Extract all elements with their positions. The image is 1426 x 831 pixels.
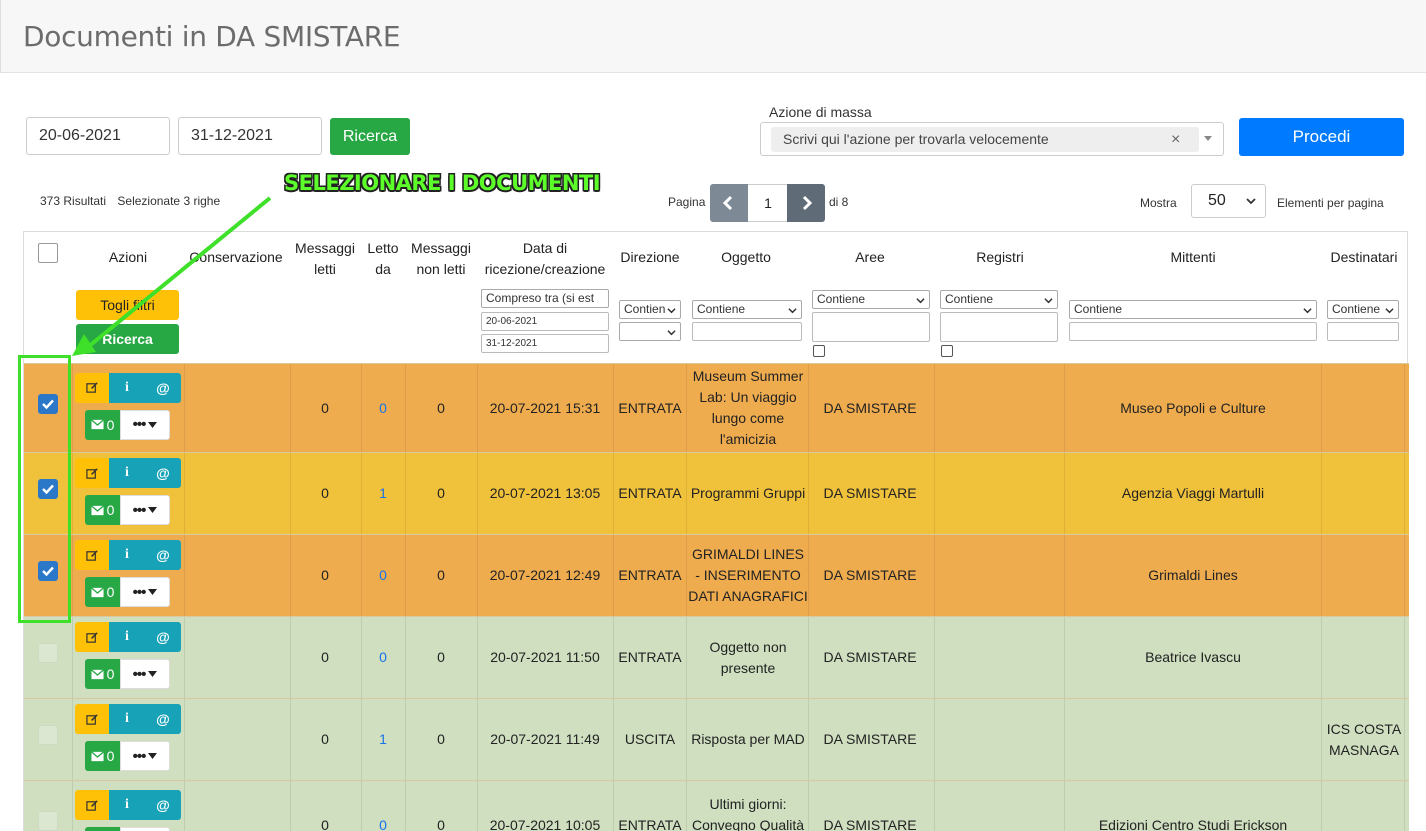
page: { "header": { "title": "Documenti in DA … — [0, 0, 1426, 831]
annotation-arrow-icon — [72, 196, 272, 356]
annotation-highlight-box — [18, 355, 71, 623]
